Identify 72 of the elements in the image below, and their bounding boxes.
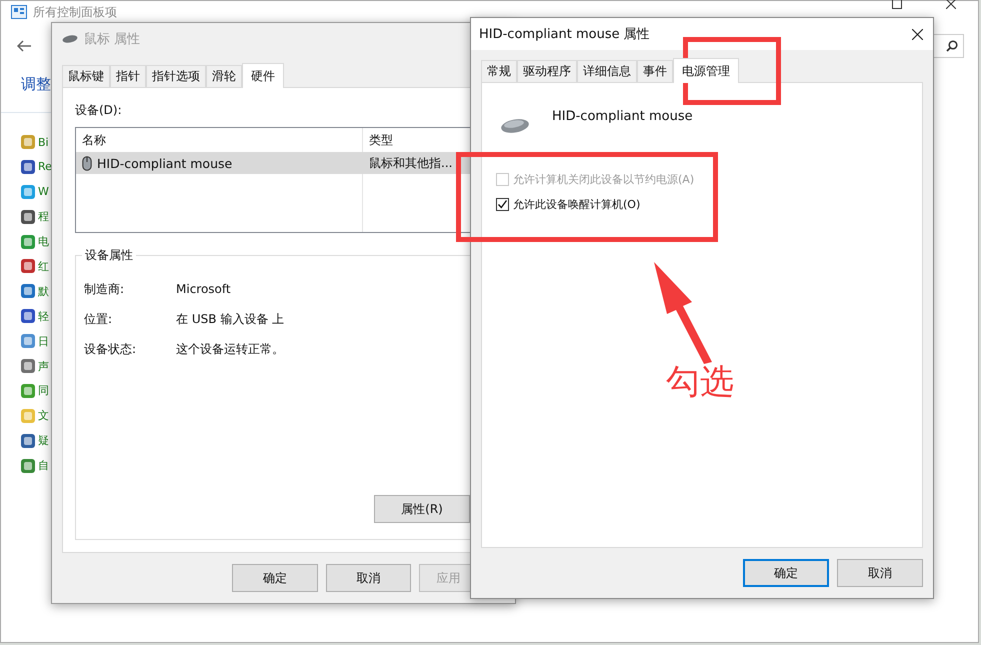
- applet-icon: [20, 432, 36, 449]
- applet-icon: [20, 234, 36, 250]
- applet-icon: [20, 184, 36, 200]
- sidebar-link[interactable]: 默: [38, 284, 49, 299]
- tab[interactable]: 指针选项: [146, 65, 206, 87]
- sidebar-link[interactable]: 日: [38, 334, 49, 349]
- tab[interactable]: 硬件: [242, 63, 284, 88]
- applet-icon: [20, 258, 36, 274]
- tab[interactable]: 详细信息: [577, 60, 637, 82]
- tab[interactable]: 滑轮: [206, 65, 242, 87]
- applet-icon: [20, 382, 36, 399]
- sidebar-link[interactable]: Re: [38, 160, 52, 174]
- tab[interactable]: 事件: [637, 60, 673, 82]
- field-label: 设备(D):: [75, 102, 123, 119]
- column-header[interactable]: 类型: [363, 128, 515, 152]
- properties-button[interactable]: 属性(R): [374, 495, 470, 523]
- close-icon[interactable]: [912, 28, 923, 40]
- sidebar-link[interactable]: 声: [38, 358, 49, 374]
- dialog-button[interactable]: 取消: [326, 564, 412, 592]
- device-name: HID-compliant mouse: [552, 109, 693, 124]
- close-icon[interactable]: [946, 0, 956, 9]
- checkbox-label: 允许计算机关闭此设备以节约电源(A): [513, 172, 694, 186]
- property-value: Microsoft: [176, 282, 231, 296]
- applet-icon: [20, 458, 36, 474]
- property-label: 位置:: [84, 310, 114, 328]
- back-arrow-icon[interactable]: [17, 40, 31, 52]
- sidebar-link[interactable]: 红: [38, 258, 49, 274]
- checkbox[interactable]: [496, 198, 509, 210]
- dialog-button[interactable]: 取消: [837, 559, 923, 587]
- dialog-title: HID-compliant mouse 属性: [479, 26, 650, 43]
- sidebar-link[interactable]: Bi: [38, 136, 49, 148]
- tab[interactable]: 常规: [481, 60, 517, 82]
- checkbox-label: 允许此设备唤醒计算机(O): [513, 196, 640, 212]
- control-panel-icon: [11, 5, 27, 19]
- applet-icon: [20, 358, 36, 374]
- tab[interactable]: 驱动程序: [517, 60, 577, 82]
- property-label: 设备状态:: [84, 340, 138, 358]
- property-value: 这个设备运转正常。: [176, 340, 284, 358]
- annotation-text: 勾选: [666, 362, 734, 402]
- maximize-icon[interactable]: [892, 0, 902, 9]
- applet-icon: [20, 208, 36, 225]
- applet-icon: [20, 134, 36, 150]
- applet-icon: [20, 333, 36, 350]
- dialog-button[interactable]: 确定: [743, 559, 829, 587]
- device-type: 鼠标和其他指...: [369, 154, 452, 172]
- device-name: HID-compliant mouse: [97, 156, 232, 170]
- tab[interactable]: 指针: [110, 65, 146, 87]
- sidebar-link[interactable]: 文: [38, 408, 49, 424]
- sidebar-link[interactable]: 疑: [38, 433, 49, 448]
- dialog-button[interactable]: 确定: [232, 564, 318, 592]
- applet-icon: [20, 308, 36, 324]
- mouse-icon: [500, 117, 530, 135]
- property-label: 制造商:: [84, 280, 126, 298]
- applet-icon: [20, 158, 36, 175]
- sidebar-link[interactable]: 程: [38, 209, 49, 224]
- sidebar-link[interactable]: W: [38, 185, 49, 198]
- mouse-icon: [82, 156, 92, 170]
- tab[interactable]: 鼠标键: [62, 65, 110, 87]
- tab[interactable]: 电源管理: [673, 58, 739, 83]
- sidebar-link[interactable]: 电: [38, 234, 49, 250]
- property-value: 在 USB 输入设备 上: [176, 310, 284, 328]
- window-title: 所有控制面板项: [33, 4, 117, 20]
- sidebar-link[interactable]: 自: [38, 458, 49, 474]
- dialog-title: 鼠标 属性: [84, 31, 140, 48]
- applet-icon: [20, 283, 36, 300]
- page-heading: 调整: [21, 75, 51, 94]
- search-icon: [946, 40, 958, 52]
- mouse-icon: [62, 34, 78, 44]
- applet-icon: [20, 408, 36, 424]
- group-title: 设备属性: [82, 247, 136, 264]
- sidebar-link[interactable]: 同: [38, 383, 49, 398]
- sidebar-link[interactable]: 轻: [38, 308, 49, 324]
